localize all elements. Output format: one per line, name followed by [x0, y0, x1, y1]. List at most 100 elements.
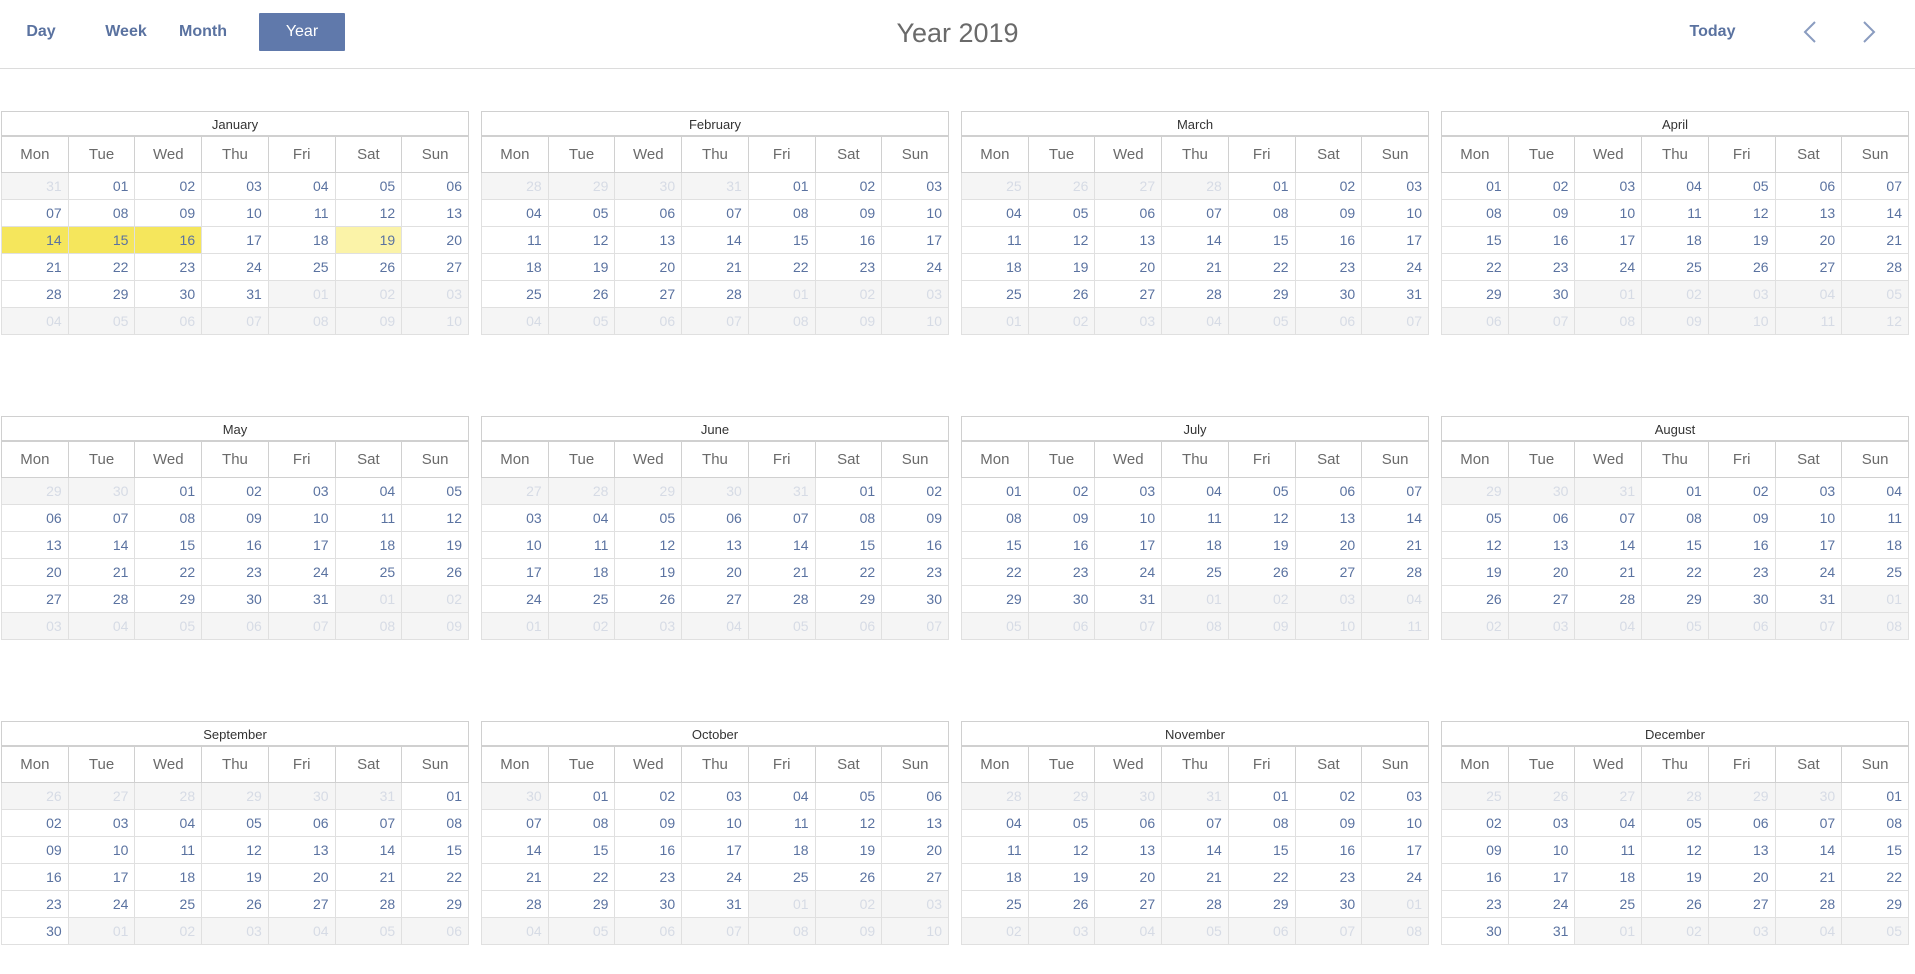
day-cell[interactable]: 22 — [1227, 253, 1296, 281]
day-cell[interactable]: 09 — [1707, 504, 1776, 532]
day-cell[interactable]: 17 — [481, 558, 549, 586]
day-cell[interactable]: 21 — [1841, 226, 1909, 254]
day-cell[interactable]: 12 — [547, 226, 616, 254]
month-title[interactable]: December — [1441, 721, 1909, 746]
day-cell-other-month[interactable]: 06 — [1294, 307, 1363, 335]
day-cell[interactable]: 20 — [401, 226, 469, 254]
day-cell-other-month[interactable]: 04 — [1574, 612, 1643, 640]
day-cell-other-month[interactable]: 31 — [681, 172, 749, 200]
day-cell[interactable]: 03 — [1507, 809, 1576, 837]
day-cell[interactable]: 28 — [1, 280, 69, 308]
day-cell[interactable]: 04 — [134, 809, 203, 837]
day-cell[interactable]: 31 — [681, 890, 749, 918]
day-cell[interactable]: 17 — [1361, 836, 1429, 864]
day-cell-other-month[interactable]: 30 — [481, 782, 549, 810]
day-cell[interactable]: 07 — [1161, 199, 1229, 227]
day-cell[interactable]: 09 — [201, 504, 269, 532]
day-cell[interactable]: 12 — [334, 199, 403, 227]
day-cell-other-month[interactable]: 08 — [747, 307, 816, 335]
day-cell-other-month[interactable]: 10 — [1707, 307, 1776, 335]
day-cell[interactable]: 13 — [401, 199, 469, 227]
day-cell[interactable]: 24 — [881, 253, 949, 281]
day-cell[interactable]: 29 — [1441, 280, 1509, 308]
day-cell[interactable]: 25 — [334, 558, 403, 586]
day-cell-other-month[interactable]: 26 — [1507, 782, 1576, 810]
day-cell[interactable]: 05 — [614, 504, 683, 532]
day-cell[interactable]: 25 — [961, 890, 1029, 918]
day-cell-other-month[interactable]: 27 — [1094, 172, 1163, 200]
day-cell-other-month[interactable]: 07 — [1094, 612, 1163, 640]
day-cell[interactable]: 06 — [267, 809, 336, 837]
day-cell-other-month[interactable]: 31 — [1161, 782, 1229, 810]
day-cell-other-month[interactable]: 02 — [961, 917, 1029, 945]
day-cell[interactable]: 03 — [1574, 172, 1643, 200]
day-cell-other-month[interactable]: 03 — [1707, 280, 1776, 308]
day-cell[interactable]: 20 — [1, 558, 69, 586]
day-cell[interactable]: 29 — [961, 585, 1029, 613]
day-cell[interactable]: 13 — [1094, 226, 1163, 254]
day-cell[interactable]: 01 — [134, 477, 203, 505]
day-cell-other-month[interactable]: 01 — [747, 280, 816, 308]
day-cell[interactable]: 05 — [201, 809, 269, 837]
day-cell-other-month[interactable]: 06 — [201, 612, 269, 640]
day-cell[interactable]: 24 — [67, 890, 136, 918]
day-cell[interactable]: 14 — [67, 531, 136, 559]
day-cell[interactable]: 14 — [681, 226, 749, 254]
day-cell[interactable]: 14 — [1774, 836, 1843, 864]
day-cell[interactable]: 22 — [1227, 863, 1296, 891]
day-cell[interactable]: 16 — [1294, 226, 1363, 254]
day-cell[interactable]: 15 — [67, 226, 136, 254]
day-cell[interactable]: 05 — [1227, 477, 1296, 505]
day-cell[interactable]: 18 — [1161, 531, 1229, 559]
day-cell-other-month[interactable]: 05 — [547, 917, 616, 945]
day-cell[interactable]: 18 — [1841, 531, 1909, 559]
today-button[interactable]: Today — [1675, 13, 1750, 51]
day-cell[interactable]: 19 — [1027, 863, 1096, 891]
day-cell[interactable]: 07 — [681, 199, 749, 227]
day-cell[interactable]: 10 — [201, 199, 269, 227]
day-cell[interactable]: 21 — [334, 863, 403, 891]
day-cell-other-month[interactable]: 08 — [1161, 612, 1229, 640]
day-cell[interactable]: 01 — [401, 782, 469, 810]
day-cell-other-month[interactable]: 06 — [614, 307, 683, 335]
day-cell[interactable]: 14 — [1361, 504, 1429, 532]
day-cell[interactable]: 06 — [1094, 199, 1163, 227]
day-cell[interactable]: 19 — [1707, 226, 1776, 254]
day-cell[interactable]: 21 — [481, 863, 549, 891]
day-cell[interactable]: 10 — [67, 836, 136, 864]
day-cell[interactable]: 02 — [134, 172, 203, 200]
day-cell-other-month[interactable]: 31 — [334, 782, 403, 810]
day-cell-other-month[interactable]: 06 — [401, 917, 469, 945]
day-cell[interactable]: 25 — [747, 863, 816, 891]
day-cell[interactable]: 30 — [1027, 585, 1096, 613]
day-cell[interactable]: 07 — [1841, 172, 1909, 200]
day-cell-other-month[interactable]: 11 — [1774, 307, 1843, 335]
day-cell[interactable]: 28 — [1161, 890, 1229, 918]
day-cell-other-month[interactable]: 30 — [1774, 782, 1843, 810]
month-title[interactable]: September — [1, 721, 469, 746]
day-cell[interactable]: 27 — [1507, 585, 1576, 613]
day-cell[interactable]: 04 — [547, 504, 616, 532]
day-cell-other-month[interactable]: 02 — [134, 917, 203, 945]
day-cell-other-month[interactable]: 04 — [1, 307, 69, 335]
day-cell[interactable]: 10 — [1361, 199, 1429, 227]
day-cell[interactable]: 10 — [481, 531, 549, 559]
day-cell[interactable]: 16 — [1294, 836, 1363, 864]
day-cell[interactable]: 01 — [814, 477, 883, 505]
day-cell[interactable]: 29 — [1641, 585, 1709, 613]
day-cell-other-month[interactable]: 05 — [547, 307, 616, 335]
day-cell[interactable]: 25 — [1641, 253, 1709, 281]
month-title[interactable]: June — [481, 416, 949, 441]
day-cell-other-month[interactable]: 31 — [747, 477, 816, 505]
day-cell[interactable]: 23 — [134, 253, 203, 281]
day-cell-other-month[interactable]: 10 — [1294, 612, 1363, 640]
day-cell-other-month[interactable]: 30 — [267, 782, 336, 810]
day-cell[interactable]: 07 — [334, 809, 403, 837]
day-cell[interactable]: 17 — [1094, 531, 1163, 559]
day-cell-other-month[interactable]: 02 — [401, 585, 469, 613]
day-cell[interactable]: 12 — [814, 809, 883, 837]
day-cell[interactable]: 28 — [1161, 280, 1229, 308]
day-cell[interactable]: 25 — [547, 585, 616, 613]
day-cell[interactable]: 08 — [1641, 504, 1709, 532]
day-cell[interactable]: 26 — [1441, 585, 1509, 613]
